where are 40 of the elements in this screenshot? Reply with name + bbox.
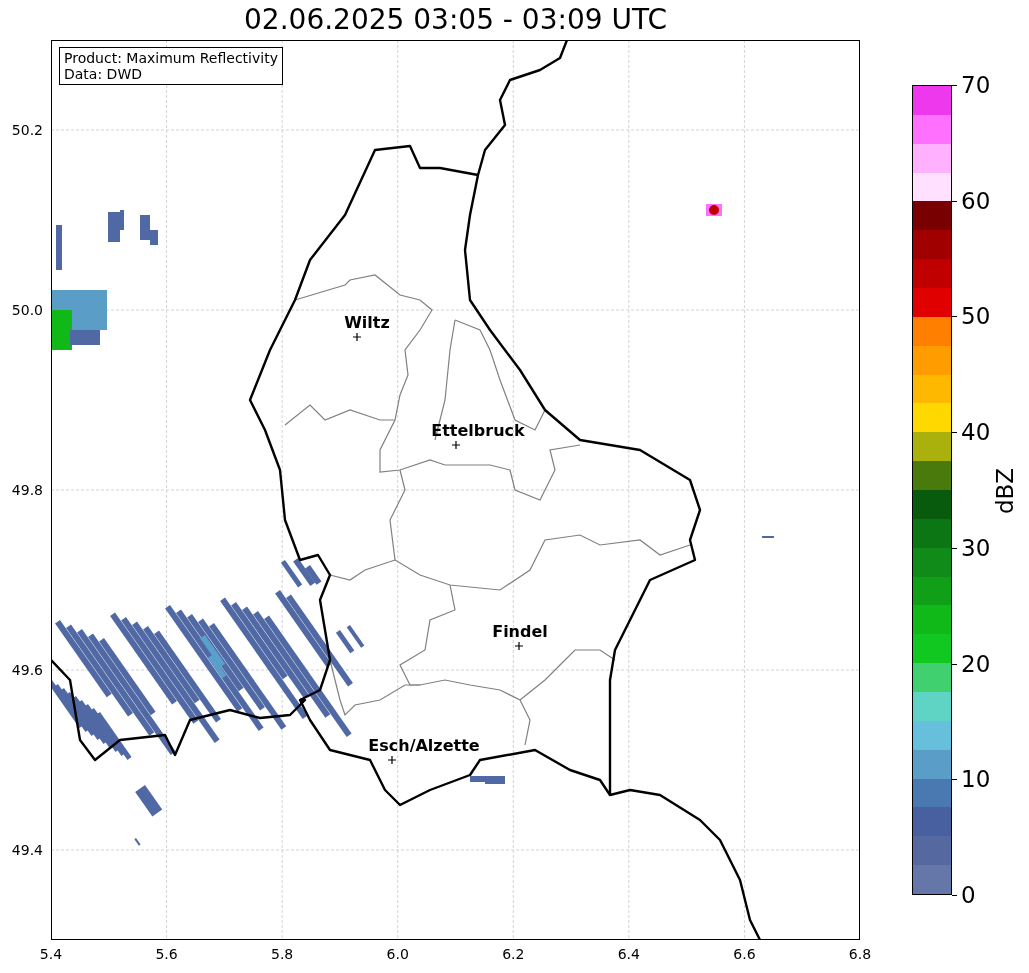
chart-title: 02.06.2025 03:05 - 03:09 UTC xyxy=(243,2,668,38)
colorbar-tick-label: 70 xyxy=(961,73,991,97)
radar-echo xyxy=(134,838,141,846)
radar-echo xyxy=(706,204,722,216)
axis-tick-label: 49.6 xyxy=(11,662,43,678)
colorbar-tick-label: 60 xyxy=(961,188,991,213)
info-text: Product: Maximum Reflectivity xyxy=(64,50,278,66)
axis-tick-label: 50.0 xyxy=(11,302,43,318)
radar-echo xyxy=(470,776,505,784)
axis-tick-label: 6.6 xyxy=(733,946,756,962)
city-label: Esch/Alzette xyxy=(368,736,480,755)
axis-tick-label: 6.8 xyxy=(848,946,872,962)
colorbar-tick-label: 10 xyxy=(961,767,991,792)
axis-tick-label: 50.2 xyxy=(11,122,43,138)
colorbar-tick-label: 30 xyxy=(961,535,991,560)
city-marker-icon xyxy=(514,641,524,651)
city-marker-icon xyxy=(451,440,461,450)
city-marker-icon xyxy=(387,755,397,765)
colorbar-tick-label: 20 xyxy=(961,651,991,676)
radar-echo xyxy=(280,558,322,588)
axis-tick-label: 6.4 xyxy=(617,946,640,962)
axis-tick-label: 6.2 xyxy=(502,946,525,962)
city-marker-icon xyxy=(352,332,362,342)
axis-tick-label: 5.4 xyxy=(39,946,63,962)
colorbar-tick-label: 0 xyxy=(961,883,976,907)
axis-tick-label: 5.8 xyxy=(271,946,294,962)
city-label: Findel xyxy=(492,622,548,641)
radar-echo xyxy=(108,210,158,245)
city-label: Ettelbruck xyxy=(431,421,525,440)
axis-tick-label: 49.8 xyxy=(11,482,43,498)
radar-echo xyxy=(52,290,107,350)
colorbar-label: dBZ xyxy=(992,467,1019,515)
city-label: Wiltz xyxy=(344,313,390,332)
axis-tick-label: 6.0 xyxy=(386,946,409,962)
colorbar-tick-label: 40 xyxy=(961,420,991,445)
info-text: Data: DWD xyxy=(64,66,143,82)
axis-tick-label: 5.6 xyxy=(155,946,178,962)
colorbar-tick-label: 50 xyxy=(961,304,991,329)
axis-tick-label: 49.4 xyxy=(11,842,43,858)
radar-echo xyxy=(56,225,62,270)
